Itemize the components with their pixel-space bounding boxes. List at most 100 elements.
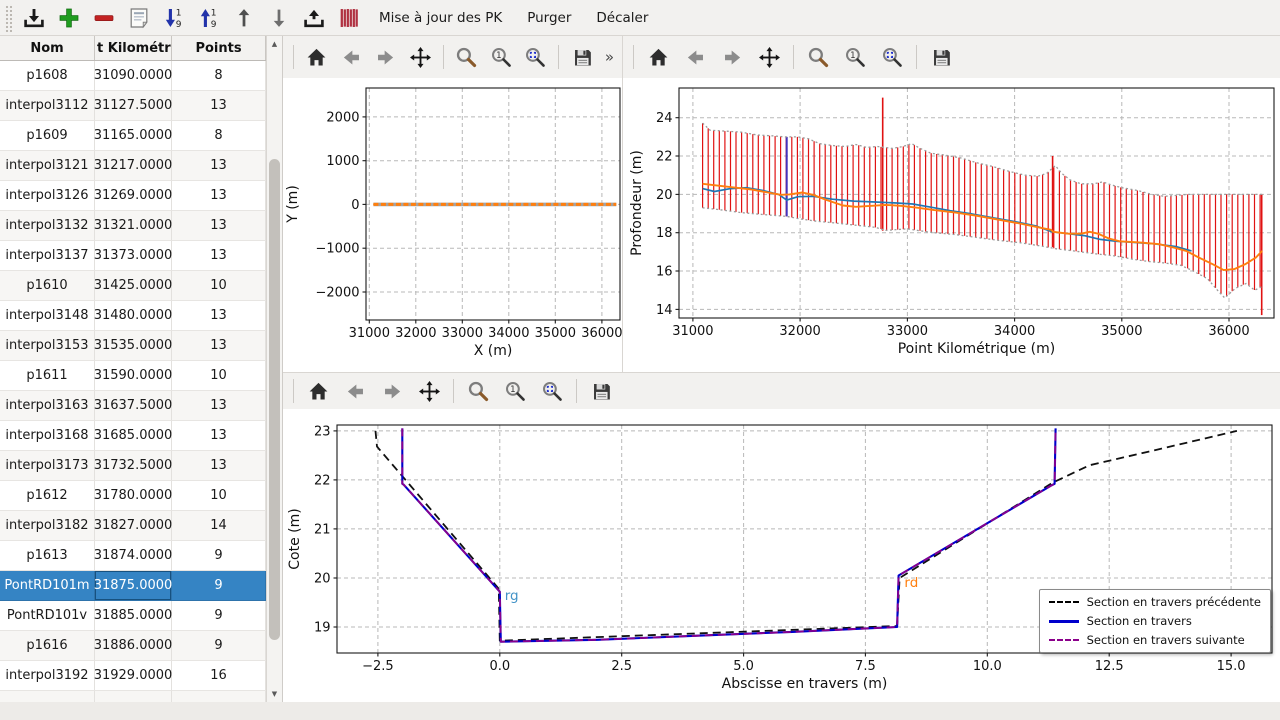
table-row[interactable]: interpol313231321.000013 <box>0 211 266 241</box>
table-row[interactable]: interpol314831480.000013 <box>0 301 266 331</box>
purge-button[interactable]: Purger <box>518 6 580 30</box>
edit-note-button[interactable] <box>125 3 153 33</box>
move-up-button[interactable] <box>230 3 258 33</box>
export-button[interactable] <box>300 3 328 33</box>
mpl-home-button[interactable] <box>645 44 671 70</box>
mpl-pan-button[interactable] <box>416 378 442 404</box>
table-row[interactable]: interpol315331535.000013 <box>0 331 266 361</box>
table-row[interactable]: interpol319231929.000016 <box>0 661 266 691</box>
mpl-zoom-one-button[interactable]: 1 <box>842 44 868 70</box>
toolbar-grip[interactable] <box>4 4 12 32</box>
mpl-forward-button[interactable] <box>374 44 398 70</box>
scroll-up-button[interactable]: ▲ <box>267 36 282 52</box>
table-row[interactable]: PontRD101m31875.00009 <box>0 571 266 601</box>
mpl-forward-button[interactable] <box>719 44 745 70</box>
sort-descending-button[interactable]: 19 <box>160 3 188 33</box>
mpl-zoom-fit-button[interactable] <box>539 378 565 404</box>
cell-nom: interpol3168 <box>0 421 95 451</box>
cell-points: 9 <box>172 631 266 661</box>
sections-button[interactable] <box>335 3 363 33</box>
table-row[interactable]: interpol318231827.000014 <box>0 511 266 541</box>
cell-nom: p1609 <box>0 121 95 151</box>
column-header-pk[interactable]: t Kilométriqu <box>95 36 172 60</box>
cell-pk: 31535.0000 <box>95 331 172 361</box>
table-row[interactable]: interpol316831685.000013 <box>0 421 266 451</box>
scroll-down-button[interactable]: ▼ <box>267 686 282 702</box>
plan-chart-canvas[interactable]: 310003200033000340003500036000−2000−1000… <box>283 78 622 372</box>
svg-text:33000: 33000 <box>442 326 483 341</box>
svg-text:15.0: 15.0 <box>1217 659 1246 674</box>
scrollbar-thumb[interactable] <box>269 159 280 640</box>
bottom-strip <box>0 702 1280 720</box>
cell-nom: p1610 <box>0 271 95 301</box>
mpl-zoom-button[interactable] <box>805 44 831 70</box>
mpl-zoom-button[interactable] <box>465 378 491 404</box>
mpl-zoom-fit-button[interactable] <box>879 44 905 70</box>
cell-pk: 31373.0000 <box>95 241 172 271</box>
pan-icon <box>758 46 781 69</box>
add-button[interactable] <box>55 3 83 33</box>
mpl-home-button[interactable] <box>305 378 331 404</box>
table-row[interactable]: PontRD101v31885.00009 <box>0 601 266 631</box>
svg-text:31000: 31000 <box>349 326 390 341</box>
cell-nom: PontRD101v <box>0 601 95 631</box>
svg-text:1: 1 <box>176 8 182 18</box>
cell-points: 10 <box>172 361 266 391</box>
column-header-nom[interactable]: Nom <box>0 36 95 60</box>
table-row[interactable]: interpol316331637.500013 <box>0 391 266 421</box>
table-row[interactable]: p160931165.00008 <box>0 121 266 151</box>
cell-pk: 31732.5000 <box>95 451 172 481</box>
table-row[interactable]: interpol312631269.000013 <box>0 181 266 211</box>
mpl-zoom-one-button[interactable]: 1 <box>489 44 513 70</box>
cross-section-chart-canvas[interactable]: rgrd−2.50.02.55.07.510.012.515.019202122… <box>283 409 1280 703</box>
mpl-forward-button[interactable] <box>379 378 405 404</box>
table-row[interactable]: p161231780.000010 <box>0 481 266 511</box>
svg-text:12.5: 12.5 <box>1095 659 1124 674</box>
mpl-pan-button[interactable] <box>756 44 782 70</box>
svg-text:X (m): X (m) <box>474 343 513 359</box>
table-row[interactable]: p161131590.000010 <box>0 361 266 391</box>
cell-nom: interpol3137 <box>0 241 95 271</box>
mpl-pan-button[interactable] <box>408 44 432 70</box>
import-button[interactable] <box>20 3 48 33</box>
mpl-zoom-button[interactable] <box>455 44 479 70</box>
mpl-save-button[interactable] <box>570 44 594 70</box>
mpl-home-button[interactable] <box>305 44 329 70</box>
mpl-back-button[interactable] <box>682 44 708 70</box>
table-row[interactable]: p160831090.00008 <box>0 61 266 91</box>
move-down-button[interactable] <box>265 3 293 33</box>
table-row[interactable]: interpol312131217.000013 <box>0 151 266 181</box>
mpl-save-button[interactable] <box>588 378 614 404</box>
zoom-one-icon: 1 <box>504 380 527 403</box>
toolbar-overflow-chevron[interactable]: » <box>605 48 614 66</box>
table-row[interactable]: p161031425.000010 <box>0 271 266 301</box>
mpl-back-button[interactable] <box>339 44 363 70</box>
mpl-back-button[interactable] <box>342 378 368 404</box>
table-row[interactable]: p161331874.00009 <box>0 541 266 571</box>
table-row[interactable]: interpol311231127.500013 <box>0 91 266 121</box>
profile-chart-canvas[interactable]: 3100032000330003400035000360001416182022… <box>623 78 1280 372</box>
column-header-points[interactable]: Points <box>172 36 266 60</box>
mpl-zoom-one-button[interactable]: 1 <box>502 378 528 404</box>
table-row[interactable]: interpol317331732.500013 <box>0 451 266 481</box>
toolbar-separator <box>558 45 559 69</box>
update-pk-button[interactable]: Mise à jour des PK <box>370 6 511 30</box>
toolbar-separator <box>916 45 917 69</box>
mpl-zoom-fit-button[interactable] <box>524 44 548 70</box>
cell-nom: interpol3121 <box>0 151 95 181</box>
remove-button[interactable] <box>90 3 118 33</box>
cell-pk: 31480.0000 <box>95 301 172 331</box>
table-scrollbar[interactable]: ▲ ▼ <box>266 36 282 702</box>
move-down-icon <box>267 6 291 30</box>
sort-ascending-button[interactable]: 19 <box>195 3 223 33</box>
cell-points: 14 <box>172 511 266 541</box>
svg-text:5.0: 5.0 <box>733 659 754 674</box>
table-row[interactable] <box>0 691 266 702</box>
svg-text:32000: 32000 <box>779 324 820 339</box>
table-row[interactable]: p161631886.00009 <box>0 631 266 661</box>
svg-text:1: 1 <box>496 51 501 61</box>
mpl-save-button[interactable] <box>928 44 954 70</box>
table-row[interactable]: interpol313731373.000013 <box>0 241 266 271</box>
shift-button[interactable]: Décaler <box>587 6 657 30</box>
svg-text:20: 20 <box>314 572 331 587</box>
